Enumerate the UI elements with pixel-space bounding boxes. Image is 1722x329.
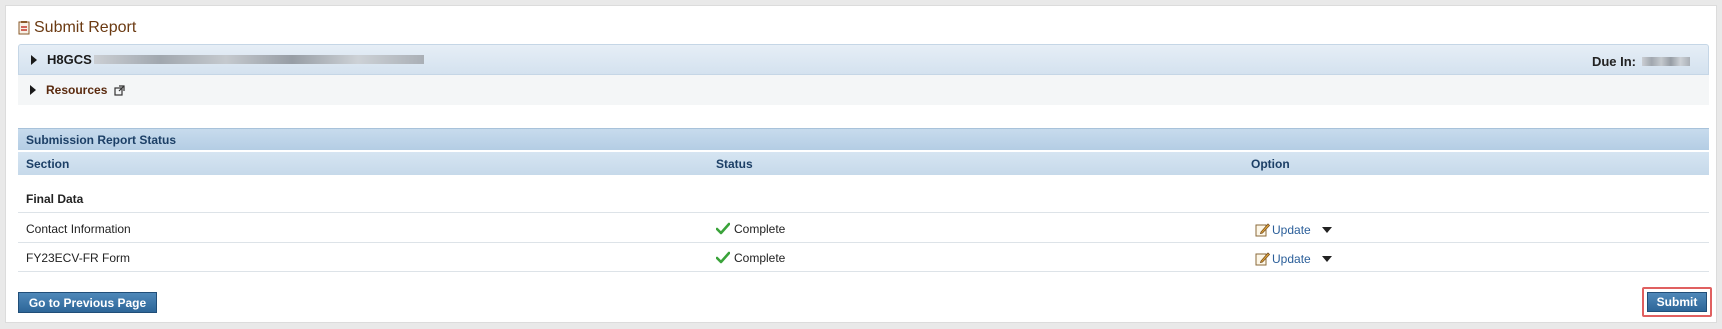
pencil-icon[interactable]	[1255, 222, 1271, 237]
report-icon	[18, 21, 31, 35]
check-icon	[715, 251, 731, 265]
status-text: Complete	[734, 251, 786, 265]
check-icon	[715, 222, 731, 236]
redacted-due-value	[1642, 57, 1690, 66]
table-row: Contact Information Complete Update	[18, 215, 1709, 243]
page-title-text: Submit Report	[34, 19, 137, 36]
previous-page-button[interactable]: Go to Previous Page	[18, 292, 157, 313]
section-cell: FY23ECV-FR Form	[26, 251, 131, 265]
status-cell: Complete	[715, 251, 786, 265]
pencil-icon[interactable]	[1255, 251, 1271, 266]
table-group-row: Final Data	[18, 186, 1709, 213]
resources-link[interactable]: Resources	[46, 83, 107, 97]
option-cell: Update	[1255, 251, 1332, 266]
page-title: Submit Report	[18, 18, 136, 38]
section-cell: Contact Information	[26, 222, 131, 236]
status-cell: Complete	[715, 222, 786, 236]
column-header-section: Section	[26, 157, 70, 171]
update-link[interactable]: Update	[1272, 223, 1311, 237]
grant-header[interactable]: H8GCS Due In:	[18, 44, 1709, 75]
grant-id: H8GCS	[47, 52, 92, 67]
external-link-icon[interactable]	[114, 84, 125, 96]
expand-arrow-icon[interactable]	[31, 54, 37, 65]
update-link[interactable]: Update	[1272, 252, 1311, 266]
redacted-grant-details	[93, 55, 424, 64]
due-in: Due In:	[1592, 54, 1690, 69]
table-header: Section Status Option	[18, 152, 1709, 175]
table-title: Submission Report Status	[18, 128, 1709, 150]
column-header-status: Status	[716, 157, 753, 171]
chevron-down-icon[interactable]	[1321, 255, 1332, 262]
submit-button[interactable]: Submit	[1647, 292, 1707, 312]
chevron-down-icon[interactable]	[1321, 226, 1332, 233]
submit-highlight: Submit	[1642, 287, 1712, 317]
table-row: FY23ECV-FR Form Complete Update	[18, 244, 1709, 272]
due-label: Due In:	[1591, 54, 1636, 69]
status-text: Complete	[734, 222, 786, 236]
resources-section[interactable]: Resources	[18, 75, 1709, 105]
option-cell: Update	[1255, 222, 1332, 237]
column-header-option: Option	[1251, 157, 1290, 171]
page-container: Submit Report H8GCS Due In: Resources Su…	[5, 5, 1717, 323]
expand-arrow-icon[interactable]	[30, 85, 36, 95]
